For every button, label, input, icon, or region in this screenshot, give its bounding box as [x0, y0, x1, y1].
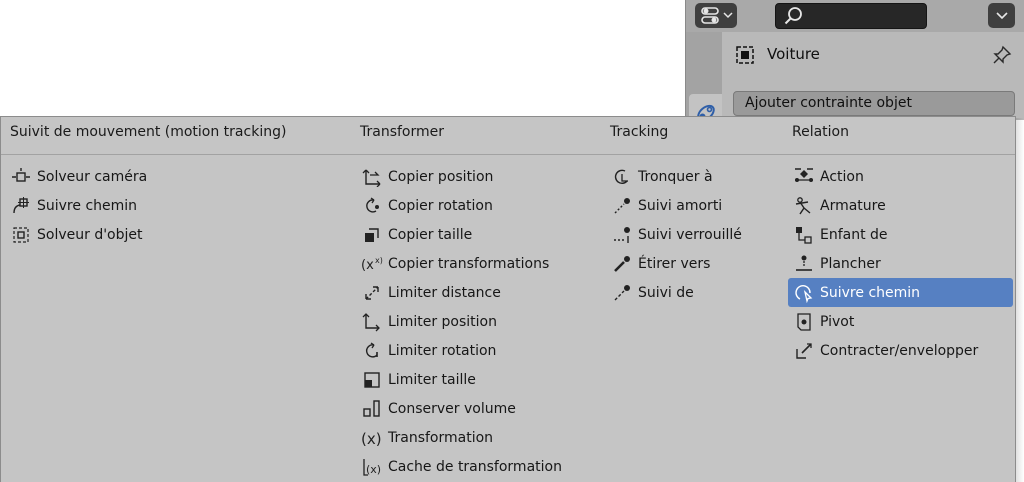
- menu-item-track-to[interactable]: Suivi de: [614, 278, 785, 307]
- column-tracking: Tronquer à Suivi amorti Suivi verrouillé…: [614, 162, 785, 307]
- limit-rotation-icon: [361, 341, 383, 361]
- menu-item-transform-cache[interactable]: (x) Cache de transformation: [363, 452, 605, 481]
- column-motion-tracking: Solveur caméra Suivre chemin Solveur d'o…: [12, 162, 314, 249]
- menu-item-follow-path[interactable]: Suivre chemin: [788, 278, 1013, 307]
- damped-track-icon: [611, 196, 633, 216]
- limit-scale-icon: [361, 370, 383, 390]
- limit-distance-icon: [361, 283, 383, 303]
- menu-shadow: [1016, 118, 1024, 482]
- limit-location-icon: [361, 312, 383, 332]
- menu-item-stretch-to[interactable]: Étirer vers: [614, 249, 785, 278]
- properties-editor-icon: [701, 7, 733, 24]
- follow-path-icon: [793, 283, 815, 303]
- editor-type-button[interactable]: [695, 3, 737, 28]
- menu-item-limit-rotation[interactable]: Limiter rotation: [365, 336, 605, 365]
- menu-divider: [1, 154, 1015, 155]
- menu-item-copy-location[interactable]: Copier position: [362, 162, 605, 191]
- follow-track-icon: [10, 196, 32, 216]
- menu-item-action[interactable]: Action: [788, 162, 1013, 191]
- menu-item-shrinkwrap[interactable]: Contracter/envelopper: [788, 336, 1013, 365]
- svg-text:(x): (x): [361, 430, 382, 448]
- add-constraint-menu: Suivit de mouvement (motion tracking) Tr…: [0, 116, 1016, 482]
- menu-item-object-solver[interactable]: Solveur d'objet: [13, 220, 314, 249]
- child-of-icon: [793, 225, 815, 245]
- column-transform: Copier position Copier rotation Copier t…: [361, 162, 605, 481]
- options-dropdown-button[interactable]: [988, 3, 1015, 28]
- menu-item-limit-distance[interactable]: Limiter distance: [365, 278, 605, 307]
- locked-track-icon: [611, 225, 633, 245]
- menu-item-copy-rotation[interactable]: Copier rotation: [365, 191, 605, 220]
- transform-cache-icon: (x): [361, 457, 383, 477]
- menu-item-follow-track[interactable]: Suivre chemin: [13, 191, 314, 220]
- menu-item-child-of[interactable]: Enfant de: [788, 220, 1013, 249]
- pin-icon[interactable]: [992, 45, 1012, 65]
- clamp-to-icon: [611, 167, 633, 187]
- transformation-icon: (x): [361, 428, 383, 448]
- chevron-down-icon: [995, 11, 1008, 19]
- add-object-constraint-dropdown[interactable]: Ajouter contrainte objet: [733, 91, 1015, 116]
- object-solver-icon: [10, 225, 32, 245]
- pivot-icon: [793, 312, 815, 332]
- object-icon: [735, 45, 755, 65]
- menu-item-floor[interactable]: Plancher: [788, 249, 1013, 278]
- menu-item-maintain-volume[interactable]: Conserver volume: [363, 394, 605, 423]
- column-relationship: Action Armature Enfant de Plancher Suivr…: [788, 162, 1013, 365]
- menu-item-armature[interactable]: Armature: [788, 191, 1013, 220]
- menu-item-copy-transforms[interactable]: (x x) Copier transformations: [361, 249, 605, 278]
- search-input[interactable]: [775, 3, 927, 29]
- properties-header: [686, 0, 1024, 32]
- column-header-transform: Transformer: [360, 124, 445, 140]
- maintain-volume-icon: [361, 399, 383, 419]
- action-icon: [793, 167, 815, 187]
- column-header-relationship: Relation: [792, 124, 849, 140]
- menu-item-pivot[interactable]: Pivot: [788, 307, 1013, 336]
- menu-item-copy-scale[interactable]: Copier taille: [365, 220, 605, 249]
- properties-panel: Voiture Ajouter contrainte objet: [685, 0, 1024, 132]
- track-to-icon: [611, 283, 633, 303]
- properties-tab-strip: [686, 32, 722, 132]
- armature-icon: [793, 196, 815, 216]
- svg-text:x): x): [375, 256, 383, 265]
- svg-text:(x: (x: [361, 258, 374, 273]
- floor-icon: [793, 254, 815, 274]
- svg-text:(x): (x): [366, 463, 381, 476]
- menu-item-limit-scale[interactable]: Limiter taille: [364, 365, 605, 394]
- shrinkwrap-icon: [793, 341, 815, 361]
- stretch-to-icon: [611, 254, 633, 274]
- menu-item-damped-track[interactable]: Suivi amorti: [614, 191, 785, 220]
- menu-item-limit-location[interactable]: Limiter position: [362, 307, 605, 336]
- copy-rotation-icon: [361, 196, 383, 216]
- search-icon: [784, 7, 802, 25]
- menu-item-camera-solver[interactable]: Solveur caméra: [12, 162, 314, 191]
- column-header-motion-tracking: Suivit de mouvement (motion tracking): [10, 124, 287, 140]
- menu-item-transformation[interactable]: (x) Transformation: [361, 423, 605, 452]
- column-header-tracking: Tracking: [610, 124, 669, 140]
- menu-item-locked-track[interactable]: Suivi verrouillé: [614, 220, 785, 249]
- menu-item-clamp-to[interactable]: Tronquer à: [614, 162, 785, 191]
- copy-transforms-icon: (x x): [361, 254, 383, 274]
- object-name: Voiture: [767, 45, 820, 63]
- camera-solver-icon: [10, 167, 32, 187]
- copy-location-icon: [361, 167, 383, 187]
- copy-scale-icon: [361, 225, 383, 245]
